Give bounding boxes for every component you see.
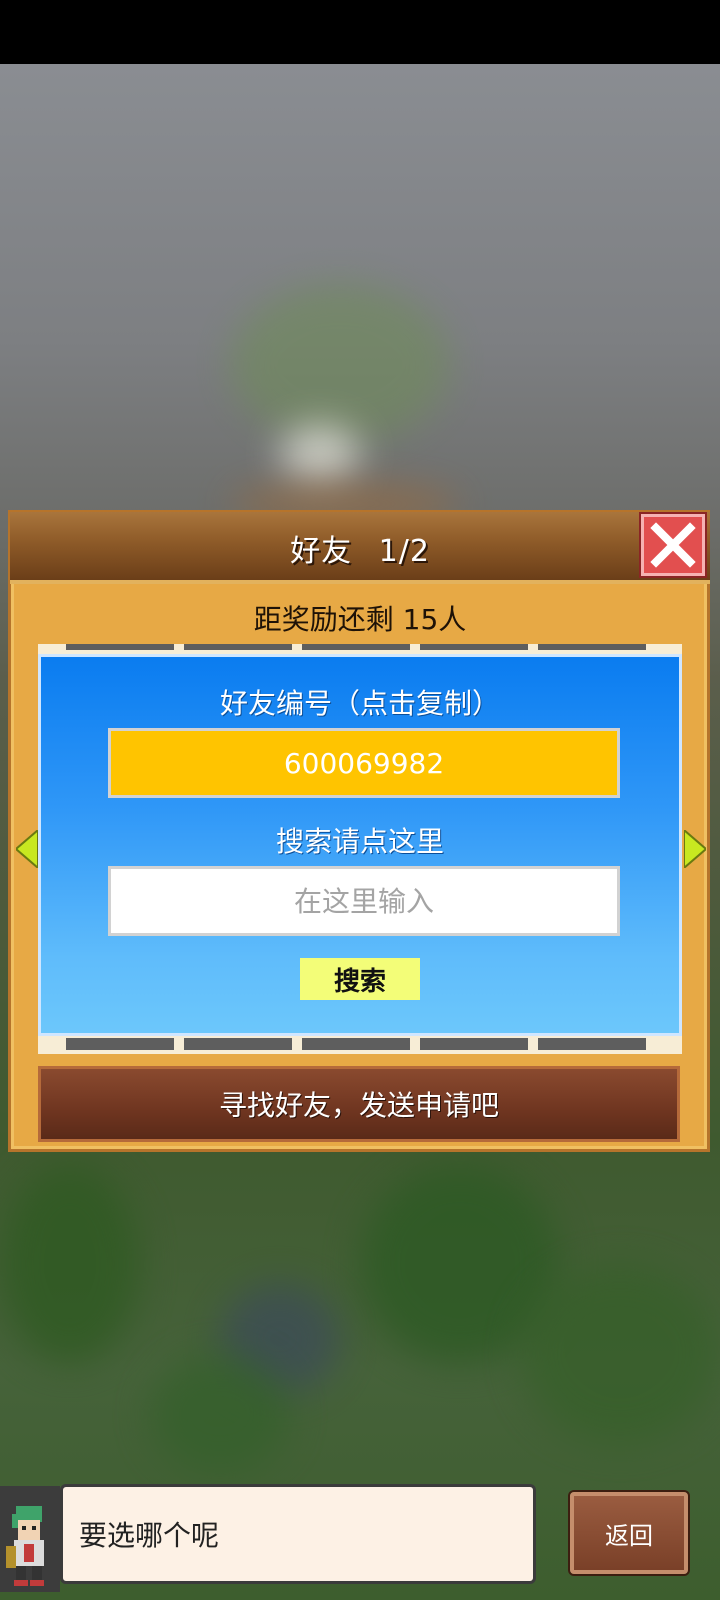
- friend-id-copy-box[interactable]: 600069982: [108, 728, 620, 798]
- tab-slot: [184, 644, 292, 650]
- panel-title: 好友 1/2: [0, 526, 720, 570]
- tab-slot: [420, 1038, 528, 1050]
- friend-id-label: 好友编号（点击复制）: [219, 687, 500, 720]
- tab-strip-bottom: [38, 1036, 682, 1054]
- title-label: 好友: [290, 534, 353, 569]
- next-page-button[interactable]: [683, 827, 708, 872]
- tab-slot: [302, 644, 410, 650]
- dialog-bubble: 要选哪个呢: [60, 1484, 536, 1584]
- tab-slot: [538, 1038, 646, 1050]
- friend-search-input[interactable]: [108, 866, 620, 936]
- tab-slot: [184, 1038, 292, 1050]
- status-bar: [0, 0, 720, 64]
- back-button-label: 返回: [605, 1521, 653, 1550]
- dialog-text: 要选哪个呢: [79, 1519, 220, 1552]
- reward-remaining-text: 距奖励还剩 15人: [253, 603, 467, 636]
- friend-id-value: 600069982: [283, 746, 445, 780]
- back-button[interactable]: 返回: [570, 1492, 688, 1574]
- tab-slot: [420, 644, 528, 650]
- tab-slot: [66, 644, 174, 650]
- search-label: 搜索请点这里: [275, 825, 444, 858]
- tab-slot: [538, 644, 646, 650]
- arrow-right-icon: [683, 827, 708, 871]
- character-avatar-icon: [6, 1506, 44, 1586]
- arrow-left-icon: [14, 827, 39, 871]
- find-friends-banner[interactable]: 寻找好友，发送申请吧: [38, 1066, 680, 1142]
- search-button-label: 搜索: [333, 966, 386, 997]
- find-friends-text: 寻找好友，发送申请吧: [218, 1089, 499, 1122]
- search-button[interactable]: 搜索: [300, 958, 420, 1000]
- page-indicator: 1/2: [378, 534, 430, 569]
- prev-page-button[interactable]: [14, 827, 39, 872]
- tab-slot: [66, 1038, 174, 1050]
- close-button[interactable]: [641, 514, 705, 576]
- tab-strip-top: [38, 644, 682, 654]
- close-icon: [650, 522, 696, 568]
- tab-slot: [302, 1038, 410, 1050]
